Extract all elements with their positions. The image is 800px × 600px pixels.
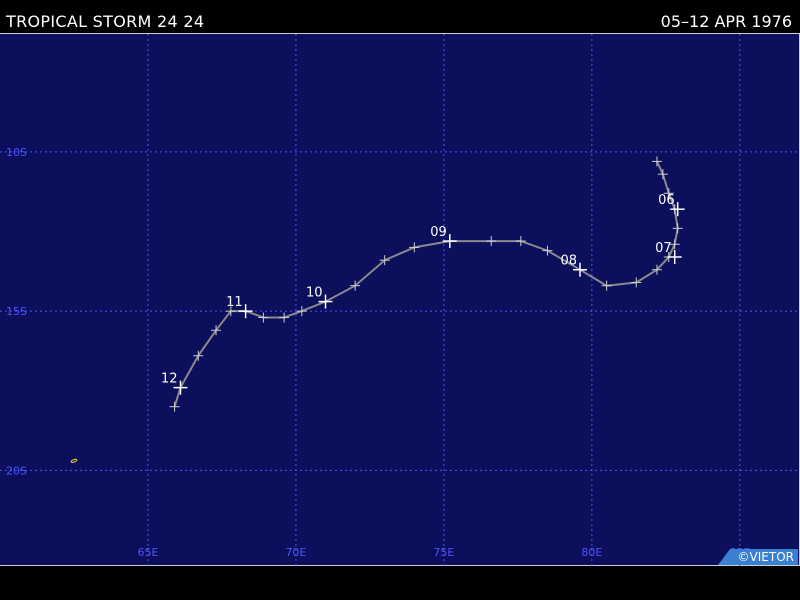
island <box>70 458 78 463</box>
day-label: 08 <box>560 254 577 269</box>
track-map[interactable]: 65E70E75E80E85E10S15S20S 06070809101112 <box>0 34 799 566</box>
lat-tick-label: 20S <box>6 464 27 477</box>
island-shape <box>70 458 78 463</box>
day-label: 11 <box>226 295 243 310</box>
storm-track <box>169 156 683 412</box>
map-panel[interactable]: 65E70E75E80E85E10S15S20S 06070809101112 <box>0 33 800 566</box>
storm-title: TROPICAL STORM 24 24 <box>6 12 205 31</box>
day-label: 07 <box>655 241 672 256</box>
lat-tick-label: 10S <box>6 146 27 159</box>
lon-tick-label: 70E <box>285 546 306 559</box>
day-label: 10 <box>306 286 323 301</box>
axis-labels: 65E70E75E80E85E10S15S20S <box>6 146 750 559</box>
graticule <box>0 34 799 566</box>
date-range: 05–12 APR 1976 <box>660 12 792 31</box>
lon-tick-label: 65E <box>137 546 158 559</box>
header-bar: TROPICAL STORM 24 24 05–12 APR 1976 <box>0 0 800 33</box>
lon-tick-label: 80E <box>581 546 602 559</box>
lat-tick-label: 15S <box>6 305 27 318</box>
credit-text: ©VIETOR <box>737 550 794 564</box>
day-label: 06 <box>658 193 675 208</box>
day-label: 12 <box>161 372 178 387</box>
lon-tick-label: 75E <box>433 546 454 559</box>
credit-badge: ©VIETOR <box>718 549 798 565</box>
track-line <box>173 160 679 407</box>
day-label: 09 <box>430 225 447 240</box>
footer-bar <box>0 566 800 600</box>
day-labels: 06 07 08 09 10 11 12 <box>161 193 685 395</box>
